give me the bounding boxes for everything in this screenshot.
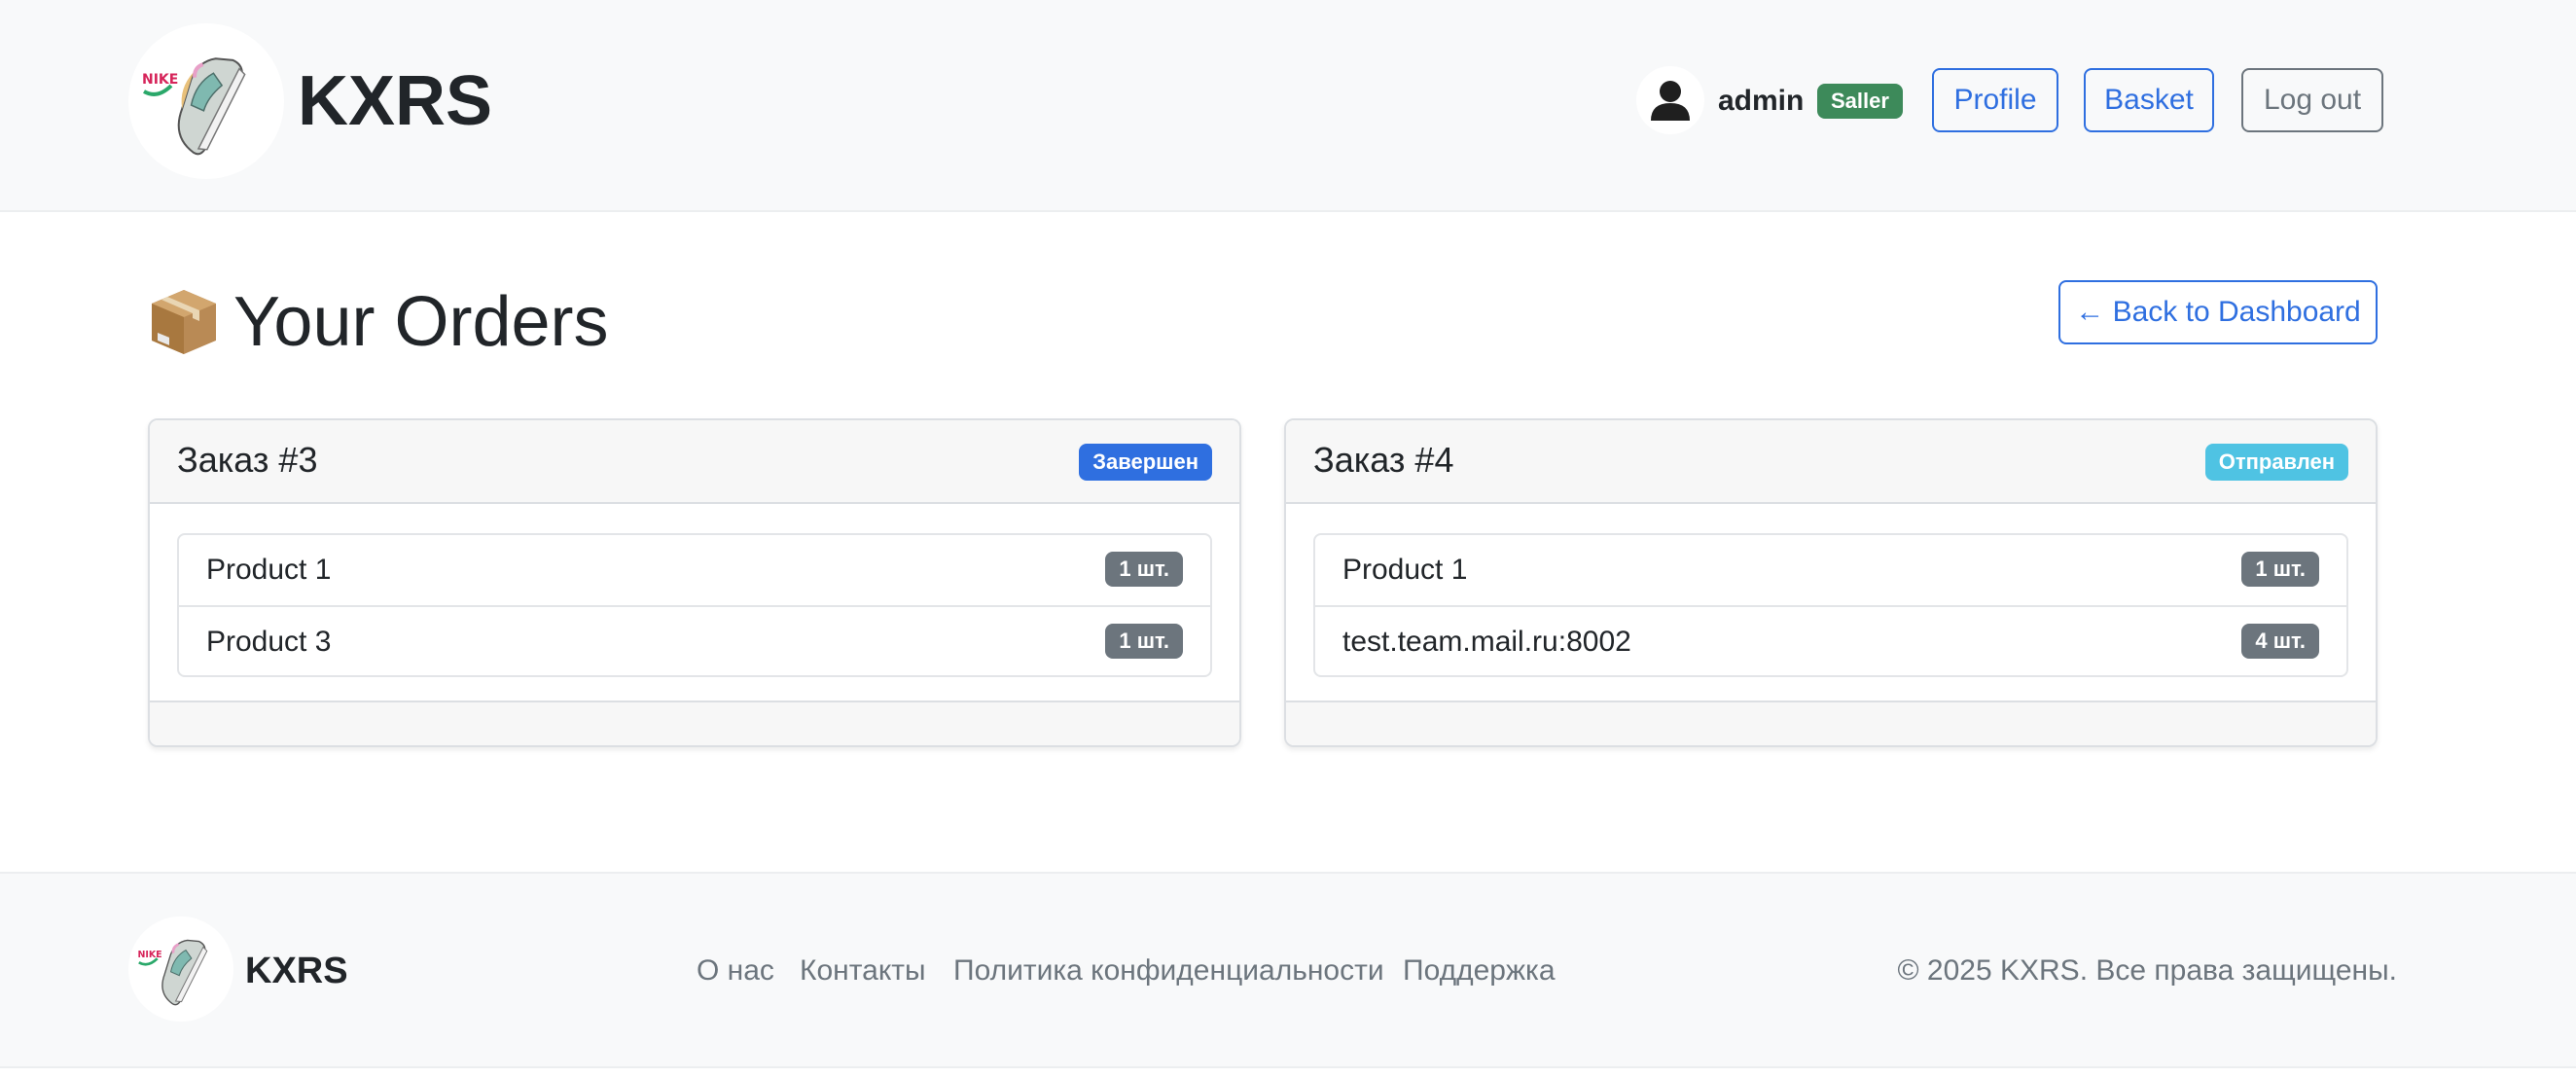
quantity-badge: 1 шт.	[2241, 552, 2319, 587]
list-item: test.team.mail.ru:8002 4 шт.	[1315, 605, 2346, 675]
order-card: Заказ #4 Отправлен Product 1 1 шт. test.…	[1284, 418, 2378, 747]
profile-button[interactable]: Profile	[1932, 68, 2058, 132]
page-bottom-divider	[0, 1066, 2576, 1078]
order-title: Заказ #3	[177, 440, 318, 480]
basket-button[interactable]: Basket	[2084, 68, 2214, 132]
footer-link-about[interactable]: О нас	[697, 952, 774, 990]
user-avatar-icon	[1651, 81, 1690, 121]
back-to-dashboard-button[interactable]: ← Back to Dashboard	[2058, 280, 2378, 344]
logout-button[interactable]: Log out	[2241, 68, 2383, 132]
list-item: Product 3 1 шт.	[179, 605, 1210, 675]
order-items-list: Product 1 1 шт. Product 3 1 шт.	[177, 533, 1212, 677]
copyright-text: © 2025 KXRS. Все права защищены.	[1897, 954, 2397, 987]
quantity-badge: 1 шт.	[1105, 624, 1183, 659]
order-title: Заказ #4	[1313, 440, 1454, 480]
item-name: Product 1	[1342, 554, 1468, 586]
user-avatar	[1636, 66, 1704, 134]
username: admin	[1718, 85, 1805, 117]
order-card: Заказ #3 Завершен Product 1 1 шт. Produc…	[148, 418, 1241, 747]
role-badge: Saller	[1817, 84, 1903, 119]
order-card-footer	[150, 701, 1239, 745]
order-card-footer	[1286, 701, 2376, 745]
sneaker-logo-icon: NIKE	[142, 57, 246, 156]
package-icon	[152, 290, 216, 354]
list-item: Product 1 1 шт.	[179, 535, 1210, 605]
footer-brand-name: KXRS	[245, 951, 348, 991]
footer-link-contacts[interactable]: Контакты	[800, 952, 926, 990]
svg-text:NIKE: NIKE	[137, 950, 161, 960]
footer-link-privacy[interactable]: Политика конфиденциальности	[953, 952, 1384, 990]
sneaker-logo-icon: NIKE	[137, 939, 208, 1006]
quantity-badge: 1 шт.	[1105, 552, 1183, 587]
order-status-badge: Завершен	[1079, 444, 1212, 481]
item-name: test.team.mail.ru:8002	[1342, 626, 1631, 658]
site-footer: NIKE KXRS О нас Контакты Политика конфид…	[0, 872, 2576, 1068]
list-item: Product 1 1 шт.	[1315, 535, 2346, 605]
item-name: Product 3	[206, 626, 332, 658]
site-header: NIKE KXRS admin Saller Profile Basket Lo…	[0, 0, 2576, 212]
order-card-header: Заказ #3 Завершен	[150, 420, 1239, 504]
quantity-badge: 4 шт.	[2241, 624, 2319, 659]
order-items-list: Product 1 1 шт. test.team.mail.ru:8002 4…	[1313, 533, 2348, 677]
item-name: Product 1	[206, 554, 332, 586]
svg-text:NIKE: NIKE	[142, 72, 178, 88]
brand-name[interactable]: KXRS	[298, 60, 492, 142]
order-card-header: Заказ #4 Отправлен	[1286, 420, 2376, 504]
order-status-badge: Отправлен	[2204, 444, 2348, 481]
brand-logo[interactable]: NIKE	[128, 23, 284, 179]
footer-logo[interactable]: NIKE	[128, 916, 233, 1022]
footer-link-support[interactable]: Поддержка	[1403, 952, 1556, 990]
page-title-text: Your Orders	[233, 283, 609, 361]
